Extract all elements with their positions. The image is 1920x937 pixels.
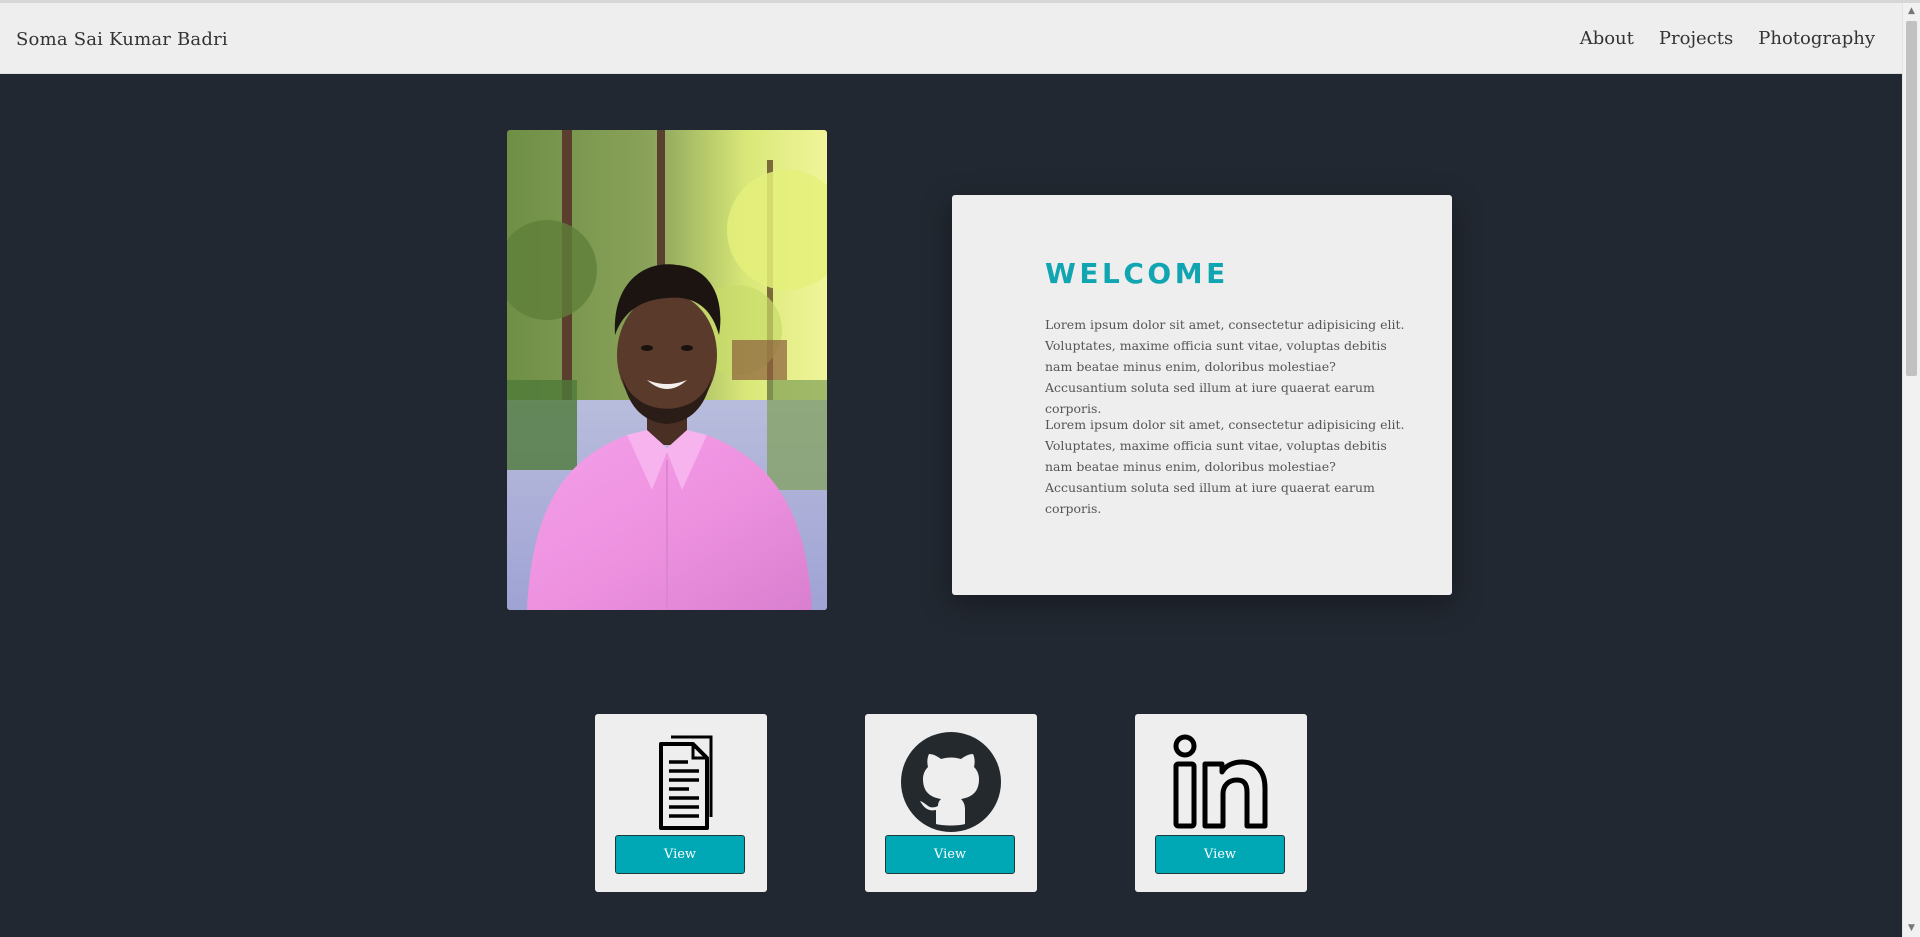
linkedin-icon	[1171, 732, 1271, 832]
scrollbar-thumb[interactable]	[1906, 21, 1917, 376]
scroll-up-arrow-icon[interactable]: ▲	[1903, 3, 1920, 20]
linkedin-card: View	[1135, 714, 1307, 892]
welcome-paragraph: Lorem ipsum dolor sit amet, consectetur …	[1045, 317, 1405, 416]
profile-photo	[507, 130, 827, 610]
github-icon	[901, 732, 1001, 832]
welcome-paragraph: Lorem ipsum dolor sit amet, consectetur …	[1045, 417, 1405, 516]
site-brand[interactable]: Soma Sai Kumar Badri	[16, 29, 228, 50]
resume-card: View	[595, 714, 767, 892]
nav-link-about[interactable]: About	[1580, 28, 1634, 49]
welcome-card: WELCOME Lorem ipsum dolor sit amet, cons…	[952, 195, 1452, 595]
scroll-down-arrow-icon[interactable]: ▼	[1903, 920, 1920, 937]
nav-link-photography[interactable]: Photography	[1758, 28, 1875, 49]
github-view-button[interactable]: View	[885, 835, 1015, 874]
linkedin-view-button[interactable]: View	[1155, 835, 1285, 874]
nav-link-projects[interactable]: Projects	[1659, 28, 1733, 49]
resume-view-button[interactable]: View	[615, 835, 745, 874]
page-scrollbar[interactable]: ▲ ▼	[1902, 3, 1920, 937]
welcome-title: WELCOME	[1045, 257, 1229, 290]
nav-links: About Projects Photography	[1580, 28, 1875, 49]
github-card: View	[865, 714, 1037, 892]
document-icon	[631, 732, 731, 832]
navbar: Soma Sai Kumar Badri About Projects Phot…	[0, 3, 1903, 74]
